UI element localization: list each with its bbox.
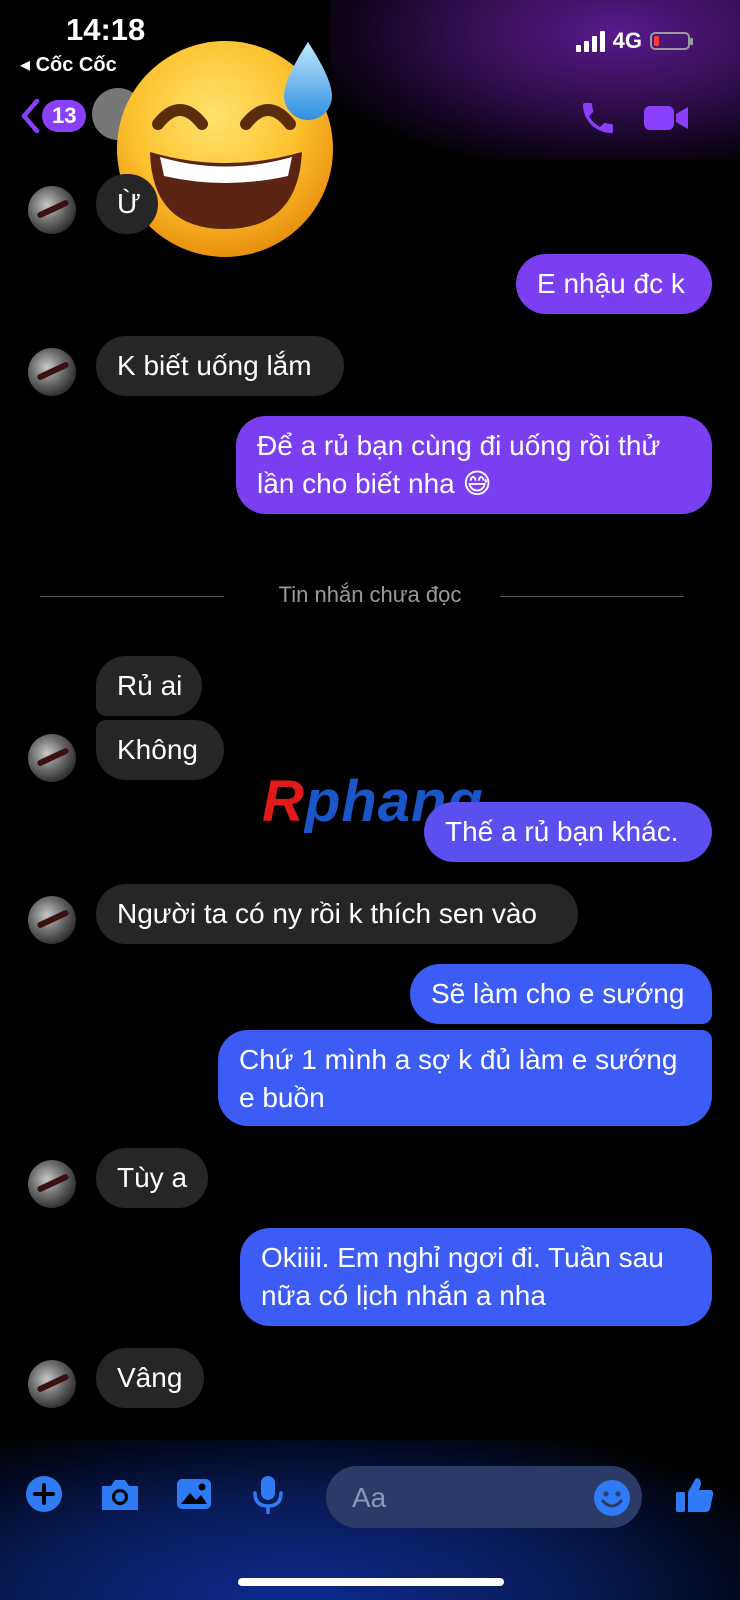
sender-avatar[interactable] [28,734,76,782]
plus-icon[interactable] [24,1474,64,1514]
camera-icon[interactable] [98,1474,142,1514]
back-button[interactable]: 13 [20,98,87,134]
status-indicators: 4G [575,28,693,54]
message-line: lần cho biết nha 😅 [257,468,492,499]
message-line: Okiiii. Em nghỉ ngơi đi. Tuần sau [261,1242,664,1273]
chevron-left-icon [21,98,40,134]
message-bubble-incoming[interactable]: Tùy a [96,1148,208,1208]
sender-avatar[interactable] [28,1360,76,1408]
unread-divider-label: Tin nhắn chưa đọc [278,582,462,607]
message-bubble-incoming[interactable]: K biết uống lắm [96,336,344,396]
message-bubble-incoming[interactable]: Vâng [96,1348,204,1408]
signal-icon [575,30,605,52]
message-bubble-incoming[interactable]: Không [96,720,224,780]
phone-icon[interactable] [578,96,618,140]
network-label: 4G [612,28,642,53]
emoji-picker-icon[interactable] [592,1478,632,1518]
message-bubble-incoming[interactable]: Ừ [96,174,158,234]
message-line: Để a rủ bạn cùng đi uống rồi thử [257,430,661,461]
message-bubble-incoming[interactable]: Rủ ai [96,656,202,716]
unread-count-badge: 13 [42,100,87,132]
message-bubble-outgoing[interactable]: Okiiii. Em nghỉ ngơi đi. Tuần sau nữa có… [240,1228,712,1326]
message-line: Chứ 1 mình a sợ k đủ làm e sướng [239,1044,678,1075]
thumbs-up-icon[interactable] [674,1474,716,1516]
message-bubble-outgoing[interactable]: Chứ 1 mình a sợ k đủ làm e sướng e buồn [218,1030,712,1126]
sender-avatar[interactable] [28,186,76,234]
message-input-placeholder: Aa [352,1482,387,1513]
home-indicator[interactable] [238,1578,504,1586]
header-gradient [330,0,740,160]
microphone-icon[interactable] [250,1474,286,1514]
message-bubble-incoming[interactable]: Người ta có ny rồi k thích sen vào [96,884,578,944]
sender-avatar[interactable] [28,348,76,396]
sender-avatar[interactable] [28,896,76,944]
message-bubble-outgoing[interactable]: Để a rủ bạn cùng đi uống rồi thử lần cho… [236,416,712,514]
message-bubble-outgoing[interactable]: E nhậu đc k [516,254,712,314]
battery-icon [650,32,693,50]
back-to-app-link[interactable]: ◂ Cốc Cốc [20,52,117,77]
message-bubble-outgoing[interactable]: Thế a rủ bạn khác. [424,802,712,862]
image-icon[interactable] [174,1474,214,1514]
message-line: e buồn [239,1082,325,1113]
message-bubble-outgoing[interactable]: Sẽ làm cho e sướng [410,964,712,1024]
sender-avatar[interactable] [28,1160,76,1208]
video-call-icon[interactable] [642,100,690,136]
message-line: nữa có lịch nhắn a nha [261,1280,546,1311]
